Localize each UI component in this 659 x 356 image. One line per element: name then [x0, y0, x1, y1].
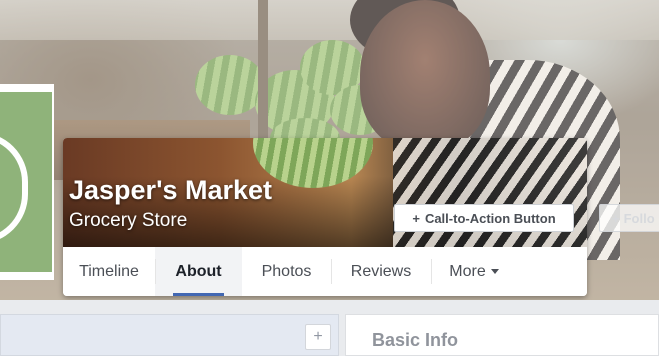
plus-icon: + — [313, 328, 323, 345]
profile-picture[interactable] — [0, 92, 52, 272]
logo-mark — [0, 132, 28, 244]
tab-more[interactable]: More — [431, 247, 517, 296]
page-tabs: Timeline About Photos Reviews More — [63, 247, 587, 296]
follow-button[interactable]: + Follo — [599, 204, 659, 232]
add-button[interactable]: + — [305, 324, 331, 350]
plus-icon: + — [612, 210, 620, 226]
tab-timeline[interactable]: Timeline — [63, 247, 155, 296]
follow-button-label: Follo — [623, 210, 655, 226]
tab-label: Reviews — [350, 262, 412, 280]
left-column-panel — [0, 314, 339, 356]
tab-label: About — [175, 262, 222, 280]
page-header-card: Jasper's Market Grocery Store + Call-to-… — [63, 138, 587, 296]
tab-reviews[interactable]: Reviews — [331, 247, 431, 296]
tab-photos[interactable]: Photos — [242, 247, 331, 296]
chevron-down-icon — [490, 269, 499, 274]
section-title: Basic Info — [372, 330, 459, 350]
page-content: + Basic Info — [0, 300, 659, 356]
tab-label: Timeline — [79, 262, 139, 280]
tab-about[interactable]: About — [155, 247, 242, 296]
page-category: Grocery Store — [69, 210, 188, 231]
card-cover-image: Jasper's Market Grocery Store + Call-to-… — [63, 138, 587, 247]
page-title[interactable]: Jasper's Market — [69, 175, 272, 206]
tab-label: More — [449, 262, 486, 280]
call-to-action-button[interactable]: + Call-to-Action Button — [394, 204, 574, 232]
tab-label: Photos — [261, 262, 312, 280]
plus-icon: + — [412, 210, 420, 226]
cta-button-label: Call-to-Action Button — [424, 210, 556, 226]
